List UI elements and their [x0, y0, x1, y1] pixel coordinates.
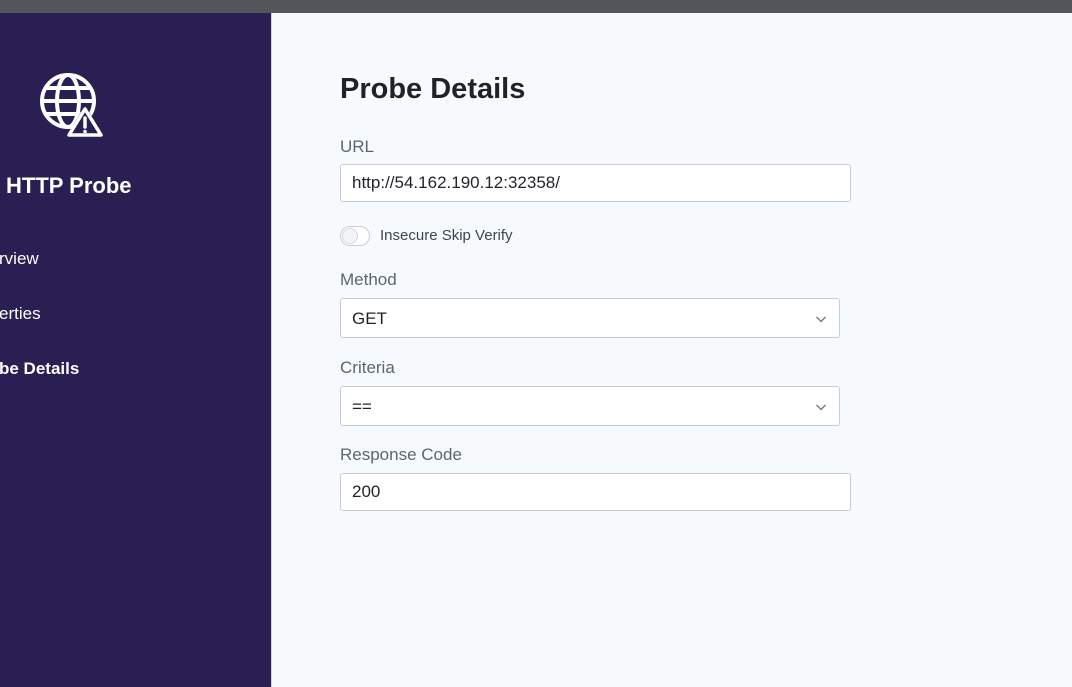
globe-warning-icon [38, 71, 104, 137]
page-title: Probe Details [340, 73, 526, 105]
criteria-label: Criteria [340, 358, 395, 377]
method-label: Method [340, 270, 397, 289]
main-content: Probe Details URL Insecure Skip Verify M… [272, 13, 1072, 687]
nav-item-probe-details[interactable]: be Details [0, 359, 79, 379]
nav-item-properties[interactable]: erties [0, 304, 41, 324]
nav-item-overview[interactable]: rview [0, 249, 39, 269]
sidebar: HTTP Probe rview erties be Details [0, 13, 271, 687]
window-top-bar [0, 0, 1072, 13]
method-value: GET [352, 309, 387, 328]
response-code-label: Response Code [340, 445, 462, 464]
toggle-knob [342, 228, 358, 244]
url-label: URL [340, 137, 375, 156]
chevron-down-icon [815, 400, 827, 412]
method-select[interactable]: GET [340, 298, 840, 338]
criteria-value: == [352, 397, 372, 416]
criteria-select[interactable]: == [340, 386, 840, 426]
chevron-down-icon [815, 312, 827, 324]
url-input[interactable] [340, 164, 851, 202]
insecure-skip-verify-toggle[interactable] [340, 226, 370, 246]
insecure-skip-verify-label: Insecure Skip Verify [380, 227, 513, 244]
app-title: HTTP Probe [6, 173, 132, 198]
response-code-input[interactable] [340, 473, 851, 511]
